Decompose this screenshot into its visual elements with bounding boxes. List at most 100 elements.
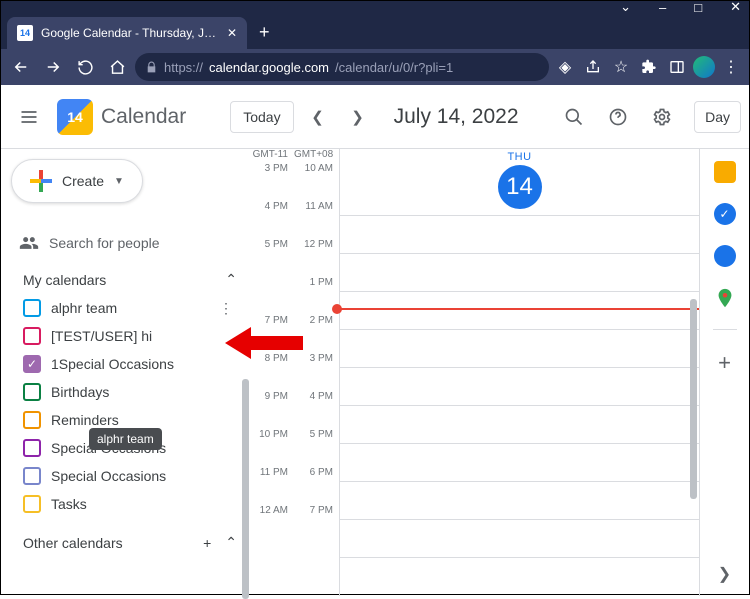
- eye-extension-icon[interactable]: ◈: [553, 55, 577, 79]
- forward-button[interactable]: [39, 53, 67, 81]
- calendar-checkbox[interactable]: [23, 299, 41, 317]
- url-protocol: https://: [164, 60, 203, 75]
- calendar-body: Create ▼ Search for people My calendars …: [1, 149, 749, 596]
- calendar-logo-icon: 14: [57, 99, 93, 135]
- hour-row[interactable]: [340, 329, 699, 367]
- hour-row[interactable]: [340, 291, 699, 329]
- sidebar-scrollbar[interactable]: [242, 379, 249, 599]
- hour-label: 10 PM: [249, 429, 288, 467]
- tab-favicon-icon: 14: [17, 25, 33, 41]
- tasks-addon-icon[interactable]: ✓: [714, 203, 736, 225]
- calendar-checkbox[interactable]: [23, 495, 41, 513]
- hour-row[interactable]: [340, 519, 699, 557]
- calendar-label: 1Special Occasions: [51, 356, 174, 372]
- next-day-button[interactable]: ❯: [342, 101, 374, 133]
- window-minimize-icon[interactable]: –: [659, 0, 666, 15]
- current-time-indicator: [334, 308, 699, 310]
- hour-label: 1 PM: [294, 277, 333, 315]
- hour-row[interactable]: [340, 405, 699, 443]
- settings-button[interactable]: [644, 99, 680, 135]
- plus-icon: [30, 170, 52, 192]
- collapse-panel-button[interactable]: ❯: [718, 564, 731, 584]
- calendar-item[interactable]: Special Occasions: [11, 462, 249, 490]
- hour-label: 7 PM: [294, 505, 333, 543]
- hour-label: 12 PM: [294, 239, 333, 277]
- calendar-checkbox[interactable]: [23, 467, 41, 485]
- window-chevron-icon[interactable]: ⌄: [620, 0, 631, 15]
- calendar-item[interactable]: Birthdays: [11, 378, 249, 406]
- calendar-checkbox[interactable]: [23, 439, 41, 457]
- add-addon-button[interactable]: +: [718, 350, 731, 376]
- search-button[interactable]: [556, 99, 592, 135]
- contacts-addon-icon[interactable]: [714, 245, 736, 267]
- calendar-checkbox[interactable]: [23, 355, 41, 373]
- day-column[interactable]: THU 14: [339, 149, 699, 596]
- tz-label-2: GMT+08: [294, 149, 333, 163]
- bookmark-star-icon[interactable]: ☆: [609, 55, 633, 79]
- hour-label: 10 AM: [294, 163, 333, 201]
- keep-addon-icon[interactable]: [714, 161, 736, 183]
- url-path: /calendar/u/0/r?pli=1: [335, 60, 453, 75]
- hour-row[interactable]: [340, 253, 699, 291]
- calendar-list: alphr team⋮ [TEST/USER] hi 1Special Occasi…: [11, 294, 249, 518]
- lock-icon: [145, 61, 158, 74]
- home-button[interactable]: [103, 53, 131, 81]
- create-button[interactable]: Create ▼: [11, 159, 143, 203]
- calendar-item[interactable]: alphr team⋮: [11, 294, 249, 322]
- prev-day-button[interactable]: ❮: [302, 101, 334, 133]
- extensions-puzzle-icon[interactable]: [637, 55, 661, 79]
- my-calendars-header[interactable]: My calendars ⌃: [11, 261, 249, 294]
- calendar-label: [TEST/USER] hi: [51, 328, 152, 344]
- main-menu-button[interactable]: [9, 97, 49, 137]
- calendar-label: Reminders: [51, 412, 119, 428]
- annotation-arrow-icon: [225, 325, 305, 361]
- day-number[interactable]: 14: [498, 165, 542, 209]
- search-people[interactable]: Search for people: [11, 225, 249, 261]
- help-button[interactable]: [600, 99, 636, 135]
- hour-label: 4 PM: [294, 391, 333, 429]
- calendar-item[interactable]: 1Special Occasions: [11, 350, 249, 378]
- chevron-down-icon: ▼: [114, 176, 124, 187]
- calendar-checkbox[interactable]: [23, 383, 41, 401]
- hour-row[interactable]: [340, 367, 699, 405]
- calendar-checkbox[interactable]: [23, 327, 41, 345]
- url-bar[interactable]: https:// calendar.google.com/calendar/u/0…: [135, 53, 549, 81]
- url-host: calendar.google.com: [209, 60, 329, 75]
- calendar-label: Special Occasions: [51, 468, 166, 484]
- new-tab-button[interactable]: +: [247, 16, 282, 49]
- calendar-grid: GMT-113 PM4 PM5 PM7 PM8 PM9 PM10 PM11 PM…: [249, 149, 699, 596]
- hour-label: 4 PM: [249, 201, 288, 239]
- other-calendars-header[interactable]: Other calendars + ⌃: [11, 524, 249, 557]
- add-calendar-button[interactable]: +: [203, 535, 211, 551]
- today-button[interactable]: Today: [230, 101, 293, 133]
- calendar-options-icon[interactable]: ⋮: [215, 300, 237, 317]
- reload-button[interactable]: [71, 53, 99, 81]
- window-maximize-icon[interactable]: □: [694, 0, 702, 15]
- calendar-item[interactable]: Tasks: [11, 490, 249, 518]
- people-icon: [19, 233, 39, 253]
- hour-row[interactable]: [340, 443, 699, 481]
- tab-title: Google Calendar - Thursday, July: [41, 26, 219, 40]
- sidebar: Create ▼ Search for people My calendars …: [1, 149, 249, 596]
- calendar-item[interactable]: [TEST/USER] hi: [11, 322, 249, 350]
- browser-tab[interactable]: 14 Google Calendar - Thursday, July ✕: [7, 17, 247, 49]
- calendar-label: Birthdays: [51, 384, 109, 400]
- hour-row[interactable]: [340, 215, 699, 253]
- hour-label: 5 PM: [294, 429, 333, 467]
- back-button[interactable]: [7, 53, 35, 81]
- side-panel-icon[interactable]: [665, 55, 689, 79]
- hour-row[interactable]: [340, 557, 699, 595]
- window-close-icon[interactable]: ✕: [730, 0, 741, 15]
- browser-menu-icon[interactable]: ⋮: [719, 55, 743, 79]
- profile-avatar[interactable]: [693, 56, 715, 78]
- share-icon[interactable]: [581, 55, 605, 79]
- hour-row[interactable]: [340, 481, 699, 519]
- view-selector[interactable]: Day: [694, 101, 741, 133]
- hour-label: 5 PM: [249, 239, 288, 277]
- hour-rows[interactable]: [340, 215, 699, 595]
- grid-scrollbar[interactable]: [690, 299, 697, 499]
- calendar-header: 14 Calendar Today ❮ ❯ July 14, 2022 Day: [1, 85, 749, 149]
- calendar-checkbox[interactable]: [23, 411, 41, 429]
- maps-addon-icon[interactable]: [714, 287, 736, 309]
- tab-close-icon[interactable]: ✕: [227, 26, 237, 40]
